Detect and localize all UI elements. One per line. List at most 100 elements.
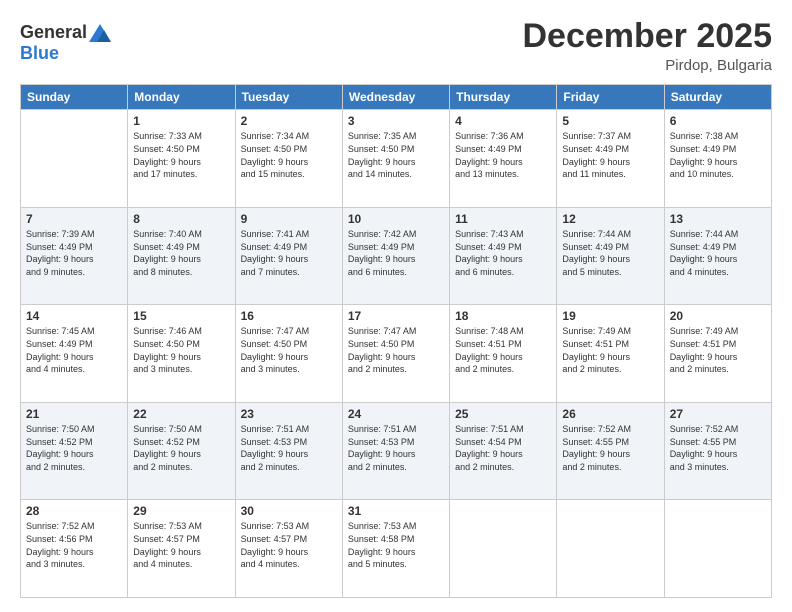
cell-detail: Sunrise: 7:45 AM [26, 325, 122, 338]
cell-detail: Sunset: 4:57 PM [133, 533, 229, 546]
calendar-week-row: 7Sunrise: 7:39 AMSunset: 4:49 PMDaylight… [21, 207, 772, 305]
cell-detail: Daylight: 9 hours [241, 253, 337, 266]
cell-detail: and 5 minutes. [348, 558, 444, 571]
cell-detail: Sunset: 4:56 PM [26, 533, 122, 546]
cell-detail: Sunrise: 7:35 AM [348, 130, 444, 143]
day-number: 22 [133, 407, 229, 421]
cell-detail: and 2 minutes. [455, 363, 551, 376]
header: General Blue December 2025 Pirdop, Bulga… [20, 18, 772, 74]
table-row: 4Sunrise: 7:36 AMSunset: 4:49 PMDaylight… [450, 110, 557, 208]
table-row: 10 Sunrise: 7:42 AMSunset: 4:49 PMDayligh… [342, 207, 449, 305]
cell-detail: Sunrise: 7:53 AM [348, 520, 444, 533]
day-number: 6 [670, 114, 766, 128]
table-row: 16Sunrise: 7:47 AMSunset: 4:50 PMDayligh… [235, 305, 342, 403]
day-number: 12 [562, 212, 658, 226]
day-number: 1 [133, 114, 229, 128]
cell-detail: and 11 minutes. [562, 168, 658, 181]
table-row [557, 500, 664, 598]
cell-detail: and 4 minutes. [670, 266, 766, 279]
cell-detail: and 2 minutes. [455, 461, 551, 474]
table-row: 21Sunrise: 7:50 AMSunset: 4:52 PMDayligh… [21, 402, 128, 500]
cell-detail: Sunset: 4:49 PM [241, 241, 337, 254]
cell-detail: Sunrise: 7:50 AM [26, 423, 122, 436]
cell-detail: and 2 minutes. [26, 461, 122, 474]
table-row: 2Sunrise: 7:34 AMSunset: 4:50 PMDaylight… [235, 110, 342, 208]
cell-detail: and 7 minutes. [241, 266, 337, 279]
cell-detail: Sunset: 4:55 PM [670, 436, 766, 449]
table-row: 30Sunrise: 7:53 AMSunset: 4:57 PMDayligh… [235, 500, 342, 598]
cell-detail: Sunset: 4:53 PM [241, 436, 337, 449]
logo: General Blue [20, 22, 111, 64]
cell-detail: and 8 minutes. [133, 266, 229, 279]
cell-detail: Sunset: 4:55 PM [562, 436, 658, 449]
day-number: 8 [133, 212, 229, 226]
cell-detail: Sunset: 4:49 PM [348, 241, 444, 254]
cell-detail: and 13 minutes. [455, 168, 551, 181]
cell-detail: Sunrise: 7:51 AM [348, 423, 444, 436]
cell-detail: Daylight: 9 hours [562, 253, 658, 266]
cell-detail: and 3 minutes. [133, 363, 229, 376]
cell-detail: Daylight: 9 hours [455, 253, 551, 266]
cell-detail: and 3 minutes. [241, 363, 337, 376]
cell-detail: Sunrise: 7:48 AM [455, 325, 551, 338]
calendar-week-row: 21Sunrise: 7:50 AMSunset: 4:52 PMDayligh… [21, 402, 772, 500]
cell-detail: Sunrise: 7:43 AM [455, 228, 551, 241]
table-row: 24Sunrise: 7:51 AMSunset: 4:53 PMDayligh… [342, 402, 449, 500]
day-number: 24 [348, 407, 444, 421]
table-row: 29Sunrise: 7:53 AMSunset: 4:57 PMDayligh… [128, 500, 235, 598]
day-number: 3 [348, 114, 444, 128]
cell-detail: and 2 minutes. [348, 363, 444, 376]
cell-detail: Sunset: 4:53 PM [348, 436, 444, 449]
cell-detail: Daylight: 9 hours [133, 253, 229, 266]
col-header-tuesday: Tuesday [235, 85, 342, 110]
cell-detail: Sunrise: 7:39 AM [26, 228, 122, 241]
cell-detail: and 2 minutes. [670, 363, 766, 376]
cell-detail: Daylight: 9 hours [348, 253, 444, 266]
cell-detail: Sunset: 4:49 PM [670, 241, 766, 254]
day-number: 2 [241, 114, 337, 128]
cell-detail: Sunrise: 7:44 AM [670, 228, 766, 241]
cell-detail: Sunset: 4:50 PM [241, 143, 337, 156]
cell-detail: Sunset: 4:49 PM [455, 143, 551, 156]
location-subtitle: Pirdop, Bulgaria [522, 57, 772, 74]
table-row [21, 110, 128, 208]
cell-detail: Daylight: 9 hours [133, 448, 229, 461]
table-row: 17Sunrise: 7:47 AMSunset: 4:50 PMDayligh… [342, 305, 449, 403]
cell-detail: Sunset: 4:52 PM [133, 436, 229, 449]
table-row: 11Sunrise: 7:43 AMSunset: 4:49 PMDayligh… [450, 207, 557, 305]
col-header-sunday: Sunday [21, 85, 128, 110]
cell-detail: Sunrise: 7:52 AM [562, 423, 658, 436]
day-number: 10 [348, 212, 444, 226]
cell-detail: Sunset: 4:52 PM [26, 436, 122, 449]
cell-detail: Sunset: 4:50 PM [133, 338, 229, 351]
cell-detail: and 2 minutes. [562, 363, 658, 376]
cell-detail: Sunrise: 7:42 AM [348, 228, 444, 241]
logo-general-text: General [20, 22, 87, 43]
cell-detail: Daylight: 9 hours [241, 156, 337, 169]
cell-detail: Daylight: 9 hours [562, 448, 658, 461]
cell-detail: Sunset: 4:49 PM [455, 241, 551, 254]
cell-detail: Daylight: 9 hours [670, 351, 766, 364]
cell-detail: Sunrise: 7:51 AM [241, 423, 337, 436]
table-row: 22Sunrise: 7:50 AMSunset: 4:52 PMDayligh… [128, 402, 235, 500]
cell-detail: Daylight: 9 hours [133, 351, 229, 364]
logo-blue-text: Blue [20, 43, 59, 63]
cell-detail: Sunrise: 7:52 AM [26, 520, 122, 533]
cell-detail: Sunset: 4:51 PM [670, 338, 766, 351]
table-row: 26Sunrise: 7:52 AMSunset: 4:55 PMDayligh… [557, 402, 664, 500]
cell-detail: Daylight: 9 hours [562, 156, 658, 169]
cell-detail: Sunrise: 7:52 AM [670, 423, 766, 436]
day-number: 17 [348, 309, 444, 323]
cell-detail: Sunrise: 7:46 AM [133, 325, 229, 338]
cell-detail: Daylight: 9 hours [670, 156, 766, 169]
table-row: 28Sunrise: 7:52 AMSunset: 4:56 PMDayligh… [21, 500, 128, 598]
cell-detail: Daylight: 9 hours [241, 448, 337, 461]
table-row: 31Sunrise: 7:53 AMSunset: 4:58 PMDayligh… [342, 500, 449, 598]
calendar-table: Sunday Monday Tuesday Wednesday Thursday… [20, 84, 772, 598]
cell-detail: Sunset: 4:50 PM [133, 143, 229, 156]
cell-detail: Sunrise: 7:37 AM [562, 130, 658, 143]
table-row [664, 500, 771, 598]
cell-detail: Daylight: 9 hours [26, 546, 122, 559]
cell-detail: Daylight: 9 hours [670, 448, 766, 461]
cell-detail: and 2 minutes. [241, 461, 337, 474]
